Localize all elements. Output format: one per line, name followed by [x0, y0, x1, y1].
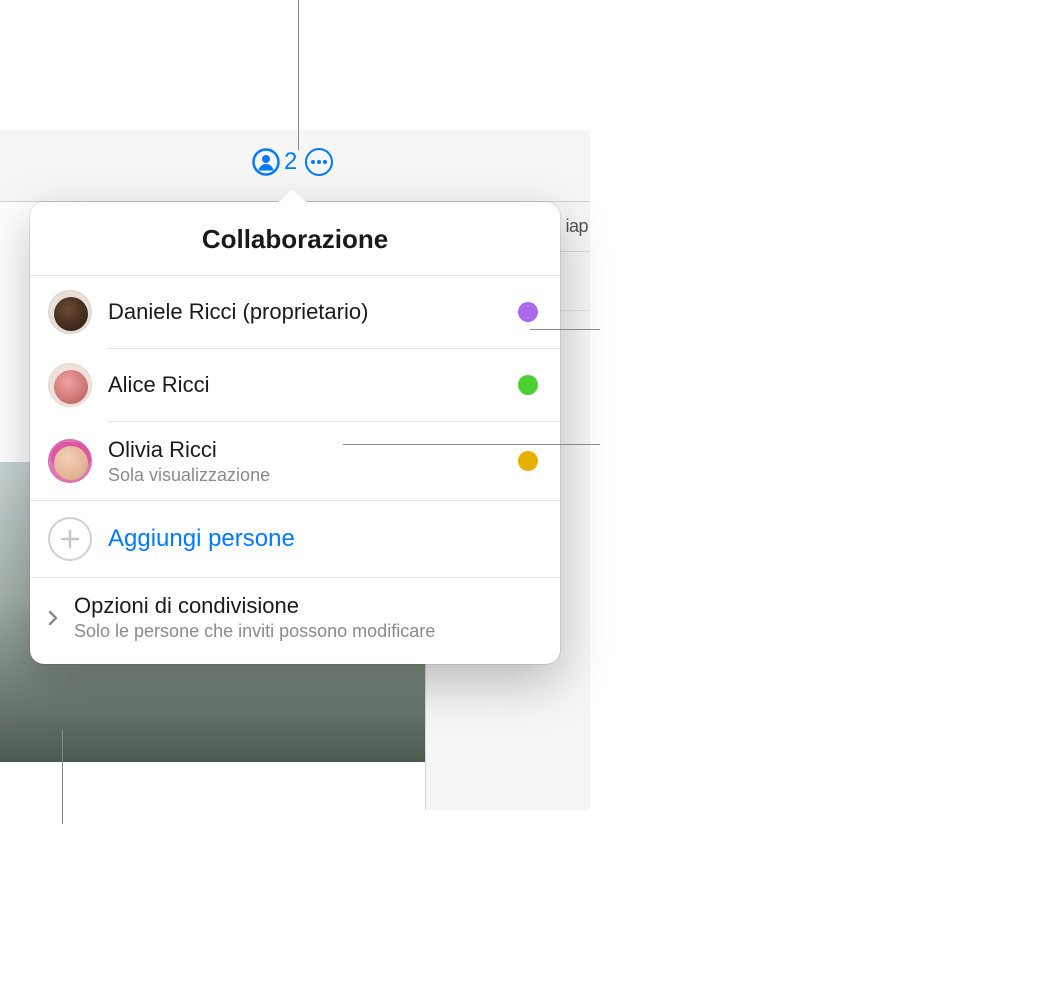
avatar [48, 439, 92, 483]
presence-dot [518, 302, 538, 322]
collaboration-popover: Collaborazione Daniele Ricci (proprietar… [30, 202, 560, 664]
collaboration-count: 2 [284, 148, 297, 176]
avatar [48, 363, 92, 407]
collaborator-row[interactable]: Olivia Ricci Sola visualizzazione [30, 422, 560, 500]
collaborator-row[interactable]: Alice Ricci [30, 349, 560, 421]
annotation-line [530, 329, 600, 330]
more-button[interactable] [305, 148, 333, 176]
chevron-right-icon [44, 609, 62, 627]
presence-dot [518, 375, 538, 395]
collaborator-name: Olivia Ricci [108, 436, 502, 464]
collaborator-permission: Sola visualizzazione [108, 464, 502, 487]
toolbar-right-icons: 2 [252, 148, 333, 176]
annotation-line [298, 0, 299, 150]
add-people-row[interactable]: Aggiungi persone [30, 501, 560, 577]
annotation-line [62, 730, 63, 824]
person-icon [252, 148, 280, 176]
annotation-line [343, 444, 600, 445]
popover-title: Collaborazione [30, 202, 560, 276]
add-people-label: Aggiungi persone [108, 525, 295, 553]
share-options-title: Opzioni di condivisione [74, 592, 538, 620]
share-options-subtitle: Solo le persone che inviti possono modif… [74, 620, 538, 643]
avatar [48, 290, 92, 334]
collaborator-name: Alice Ricci [108, 371, 502, 399]
ellipsis-icon [311, 160, 327, 164]
presence-dot [518, 451, 538, 471]
plus-circle-icon [48, 517, 92, 561]
share-options-row[interactable]: Opzioni di condivisione Solo le persone … [30, 578, 560, 664]
ui-stage: iap o c 2 Collaborazione Daniele Ricci (… [0, 130, 590, 810]
collaborator-row-owner[interactable]: Daniele Ricci (proprietario) [30, 276, 560, 348]
collaboration-button[interactable]: 2 [252, 148, 297, 176]
collaborator-name: Daniele Ricci (proprietario) [108, 298, 502, 326]
